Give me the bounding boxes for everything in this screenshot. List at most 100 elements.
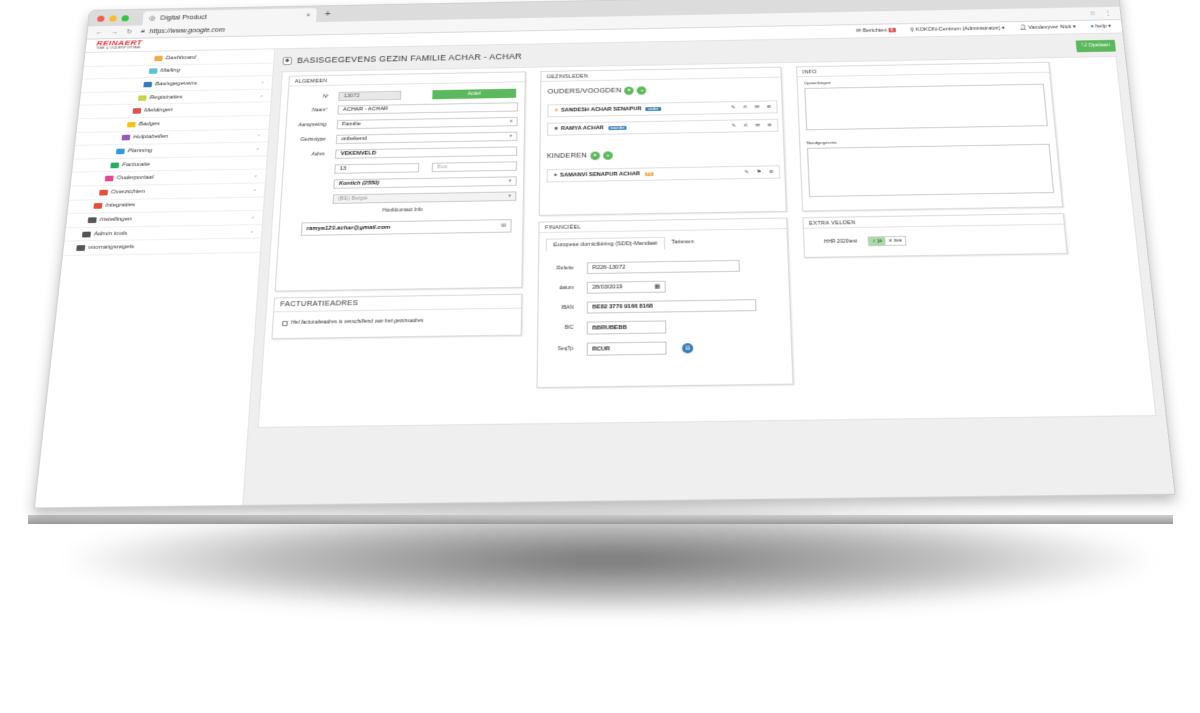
view-toggle-icon[interactable]: ◉ xyxy=(282,56,293,65)
chevron-left-icon[interactable]: ‹ xyxy=(260,93,262,98)
noodgegevens-textarea[interactable] xyxy=(806,143,1055,198)
mail-icon[interactable]: ✉ xyxy=(755,123,760,129)
unlink-icon[interactable]: ⊘ xyxy=(767,104,772,110)
chevron-left-icon[interactable]: ‹ xyxy=(255,173,258,179)
star-icon[interactable]: ☆ xyxy=(1089,10,1096,17)
page-title: BASISGEGEVENS GEZIN FAMILIE ACHAR - ACHA… xyxy=(296,51,522,65)
seqtp-field[interactable]: RCUR xyxy=(586,341,667,356)
bus-field[interactable]: Bus xyxy=(431,161,518,173)
unlink-icon[interactable]: ⊘ xyxy=(769,169,774,175)
tab-sdd-mandaat[interactable]: Europese domiciliëring (SDD)-Mandaat xyxy=(545,236,665,252)
document-icon[interactable]: ▤ xyxy=(681,342,694,353)
nr-label: Nr xyxy=(322,94,329,99)
chevron-left-icon[interactable]: ‹ xyxy=(258,133,260,139)
status-actief-button[interactable]: Actief xyxy=(432,88,517,100)
chevron-left-icon[interactable]: ‹ xyxy=(261,80,263,85)
close-window-button[interactable] xyxy=(96,15,105,22)
referte-field[interactable]: R226-13072 xyxy=(586,259,740,275)
facturatieadres-checkbox[interactable] xyxy=(282,320,288,326)
forward-icon[interactable]: → xyxy=(111,29,119,35)
browser-window: ◎ Digital Product × + ← → ↻ 🔒︎ https://w… xyxy=(33,0,1176,509)
financieel-tabs: Europese domiciliëring (SDD)-Mandaat Tar… xyxy=(545,236,701,252)
menu-dots-icon[interactable]: ⋮ xyxy=(1104,10,1112,16)
edit-icon[interactable]: ✎ xyxy=(732,123,737,129)
ja-option[interactable]: ✓ ja xyxy=(868,237,886,246)
group-badge: T1 xyxy=(644,172,654,177)
unlink-icon[interactable]: ⊘ xyxy=(767,123,772,129)
gezinstype-value: onbekend xyxy=(341,136,367,143)
adres-label: Adres xyxy=(311,152,325,157)
edit-icon[interactable]: ✎ xyxy=(745,170,750,176)
user-dropdown[interactable]: 👤︎ Vandevyver Nick ▾ xyxy=(1019,24,1076,30)
sign-icon[interactable]: ✍ xyxy=(743,123,748,129)
datum-value: 28/03/2019 xyxy=(592,284,623,291)
user-label: Vandevyver Nick ▾ xyxy=(1028,24,1077,31)
tab-close-icon[interactable]: × xyxy=(306,12,311,18)
sidebar-icon xyxy=(154,55,163,62)
email-field[interactable]: ramya123.achar@gmail.com ✉ xyxy=(300,219,512,236)
add-child-button[interactable]: + xyxy=(602,151,613,160)
tab-tarieven[interactable]: Tarieven xyxy=(664,236,701,250)
sidebar-icon xyxy=(137,95,147,101)
opmerkingen-textarea[interactable] xyxy=(804,83,1048,131)
back-icon[interactable]: ← xyxy=(95,29,103,35)
add-parent-button[interactable]: + xyxy=(637,86,647,95)
maximize-window-button[interactable] xyxy=(121,14,130,22)
tab-title: Digital Product xyxy=(160,14,208,22)
new-tab-button[interactable]: + xyxy=(324,9,331,19)
email-icon[interactable]: ✉ xyxy=(501,223,506,229)
naam-field[interactable]: ACHAR - ACHAR xyxy=(337,102,519,115)
iban-field[interactable]: BE82 3770 9166 8168 xyxy=(586,299,757,314)
sidebar-item-label: Instellingen xyxy=(99,216,133,223)
panel-financieel: FINANCIËEL Europese domiciliëring (SDD)-… xyxy=(536,217,794,389)
sidebar-icon xyxy=(87,217,97,224)
mail-icon[interactable]: ✉ xyxy=(755,104,760,110)
noodgegevens-label: Noodgegevens xyxy=(806,139,837,146)
berichten-link[interactable]: ✉ Berichten 6 xyxy=(856,27,896,34)
huisnummer-field[interactable]: 13 xyxy=(334,163,420,174)
gezinstype-select[interactable]: onbekend xyxy=(335,131,518,145)
reload-icon[interactable]: ↻ xyxy=(126,28,133,35)
nr-field[interactable]: 13072 xyxy=(338,90,402,101)
sidebar-item-label: Admin tools xyxy=(93,230,128,237)
tag-icon[interactable]: ⚑ xyxy=(757,169,762,175)
person-name: SANDESH ACHAR SENAPUR xyxy=(560,106,642,114)
location-dropdown[interactable]: ⚲ KOKON-Centrum (Administrator) ▾ xyxy=(910,26,1005,33)
ouder-row[interactable]: ★ SANDESH ACHAR SENAPUR vader ✎ ✍ ✉ ⊘ xyxy=(547,100,778,118)
straat-field[interactable]: VEKENVELD xyxy=(335,146,518,159)
chevron-left-icon[interactable]: ‹ xyxy=(254,187,257,193)
bic-field[interactable]: BBRUBEBB xyxy=(586,320,667,335)
app-logo[interactable]: REINAERT TIBE & OUDERPORTAAL xyxy=(96,39,143,51)
chevron-left-icon[interactable]: ‹ xyxy=(252,215,255,221)
sidebar-item-label: voorrangsregels xyxy=(87,244,135,251)
link-parent-icon[interactable]: ⚭ xyxy=(624,86,635,95)
save-button[interactable]: 🖫︎ Opslaan xyxy=(1075,39,1116,52)
person-name: SAMANVI SENAPUR ACHAR xyxy=(560,171,641,179)
ouders-title-text: OUDERS/VOOGDEN xyxy=(547,87,622,96)
sidebar-item-label: Meldingen xyxy=(143,107,174,114)
nee-option[interactable]: ✕ nee xyxy=(885,237,906,245)
aanspreking-select[interactable]: Familie xyxy=(336,116,518,130)
sidebar-item-label: Integraties xyxy=(105,202,136,209)
gemeente-select[interactable]: Kontich (2550) xyxy=(333,176,517,189)
edit-icon[interactable]: ✎ xyxy=(731,105,736,111)
sidebar-item-voorrangsregels[interactable]: voorrangsregels xyxy=(62,238,261,256)
ouder-row[interactable]: ★ RAMYA ACHAR moeder ✎ ✍ ✉ ⊘ xyxy=(547,118,779,136)
calendar-icon[interactable]: ▦ xyxy=(654,284,660,290)
sidebar-icon xyxy=(148,68,158,75)
sign-icon[interactable]: ✍ xyxy=(743,105,748,111)
minimize-window-button[interactable] xyxy=(109,15,117,22)
facturatieadres-checkbox-label: Het facturatieadres is verschillend van … xyxy=(290,318,424,326)
help-dropdown[interactable]: ● help ▾ xyxy=(1090,24,1111,30)
window-base xyxy=(28,515,1173,524)
panel-extra-velden: EXTRA VELDEN HHR 2020test ✓ ja ✕ nee xyxy=(802,213,1068,258)
sidebar-item-label: Planning xyxy=(127,148,153,155)
aanspreking-value: Familie xyxy=(342,121,361,128)
sidebar-item-label: Ouderportaal xyxy=(116,175,154,182)
chevron-left-icon[interactable]: ‹ xyxy=(257,146,260,152)
chevron-left-icon[interactable]: ‹ xyxy=(251,229,254,235)
datum-field[interactable]: 28/03/2019 ▦ xyxy=(586,280,666,294)
kind-row[interactable]: ✦ SAMANVI SENAPUR ACHAR T1 ✎ ⚑ ⊘ xyxy=(546,165,781,183)
land-select[interactable]: (BE) België xyxy=(332,191,517,204)
link-child-icon[interactable]: ⚭ xyxy=(590,151,600,161)
